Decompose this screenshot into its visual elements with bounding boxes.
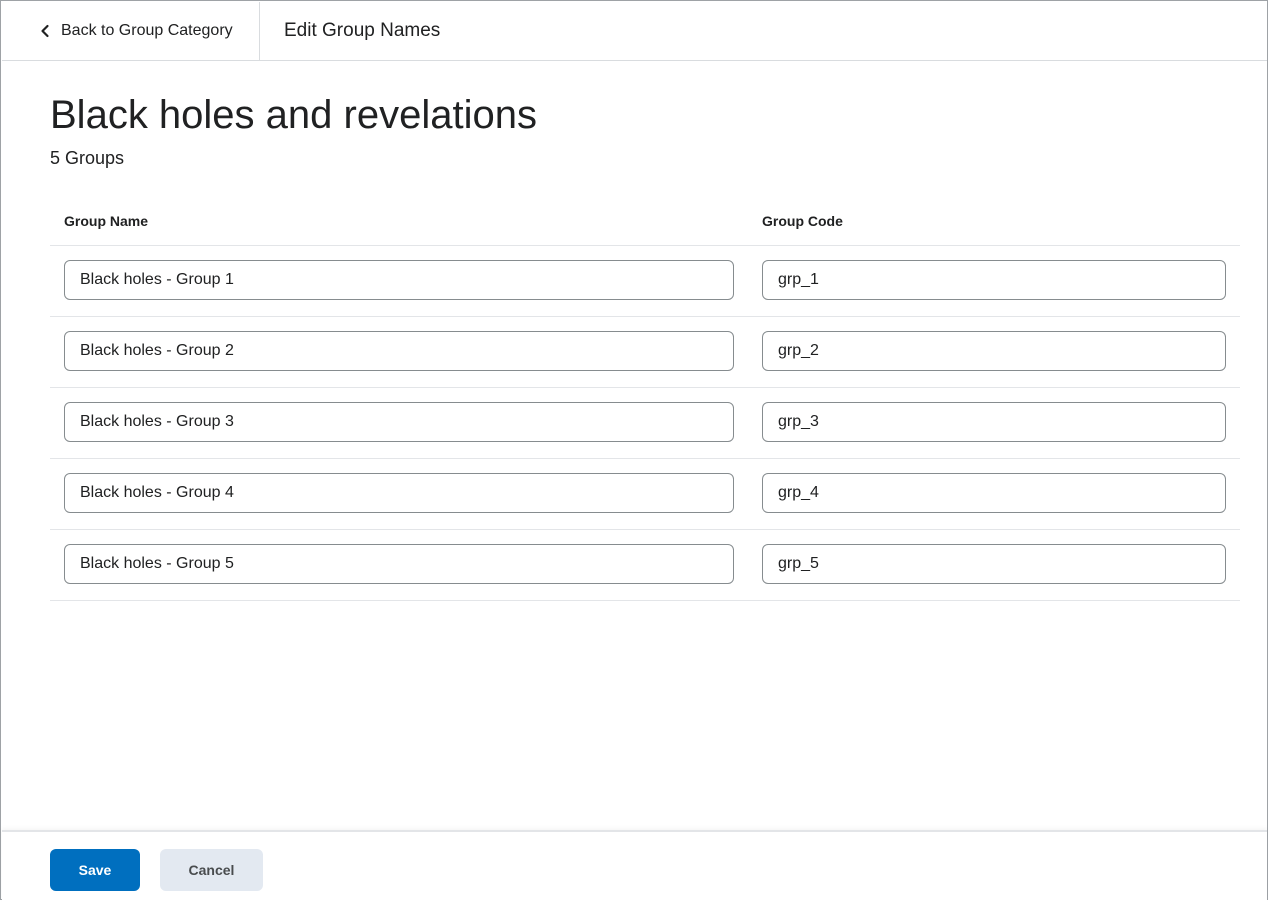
group-code-input[interactable] (762, 331, 1226, 371)
groups-table: Group Name Group Code (50, 201, 1240, 601)
page-heading: Edit Group Names (284, 20, 441, 41)
group-name-input[interactable] (64, 473, 734, 513)
back-to-group-category-link[interactable]: Back to Group Category (2, 2, 260, 60)
group-name-input[interactable] (64, 260, 734, 300)
table-row (50, 530, 1240, 601)
table-row (50, 459, 1240, 530)
table-row (50, 317, 1240, 388)
group-code-input[interactable] (762, 402, 1226, 442)
column-header-group-name: Group Name (64, 213, 149, 229)
save-button[interactable]: Save (50, 849, 140, 891)
table-row (50, 246, 1240, 317)
back-link-label: Back to Group Category (61, 22, 233, 39)
edit-group-names-page: Back to Group Category Edit Group Names … (0, 0, 1268, 902)
table-header: Group Name Group Code (50, 201, 1240, 246)
group-code-input[interactable] (762, 473, 1226, 513)
group-code-input[interactable] (762, 260, 1226, 300)
group-code-input[interactable] (762, 544, 1226, 584)
group-name-input[interactable] (64, 331, 734, 371)
group-name-input[interactable] (64, 402, 734, 442)
group-name-input[interactable] (64, 544, 734, 584)
table-row (50, 388, 1240, 459)
chevron-left-icon (41, 24, 49, 38)
group-count: 5 Groups (50, 148, 125, 168)
column-header-group-code: Group Code (762, 213, 843, 229)
action-footer: Save Cancel (2, 830, 1267, 902)
top-bar: Back to Group Category Edit Group Names (2, 2, 1267, 61)
page-title: Black holes and revelations (50, 93, 537, 137)
cancel-button[interactable]: Cancel (160, 849, 263, 891)
